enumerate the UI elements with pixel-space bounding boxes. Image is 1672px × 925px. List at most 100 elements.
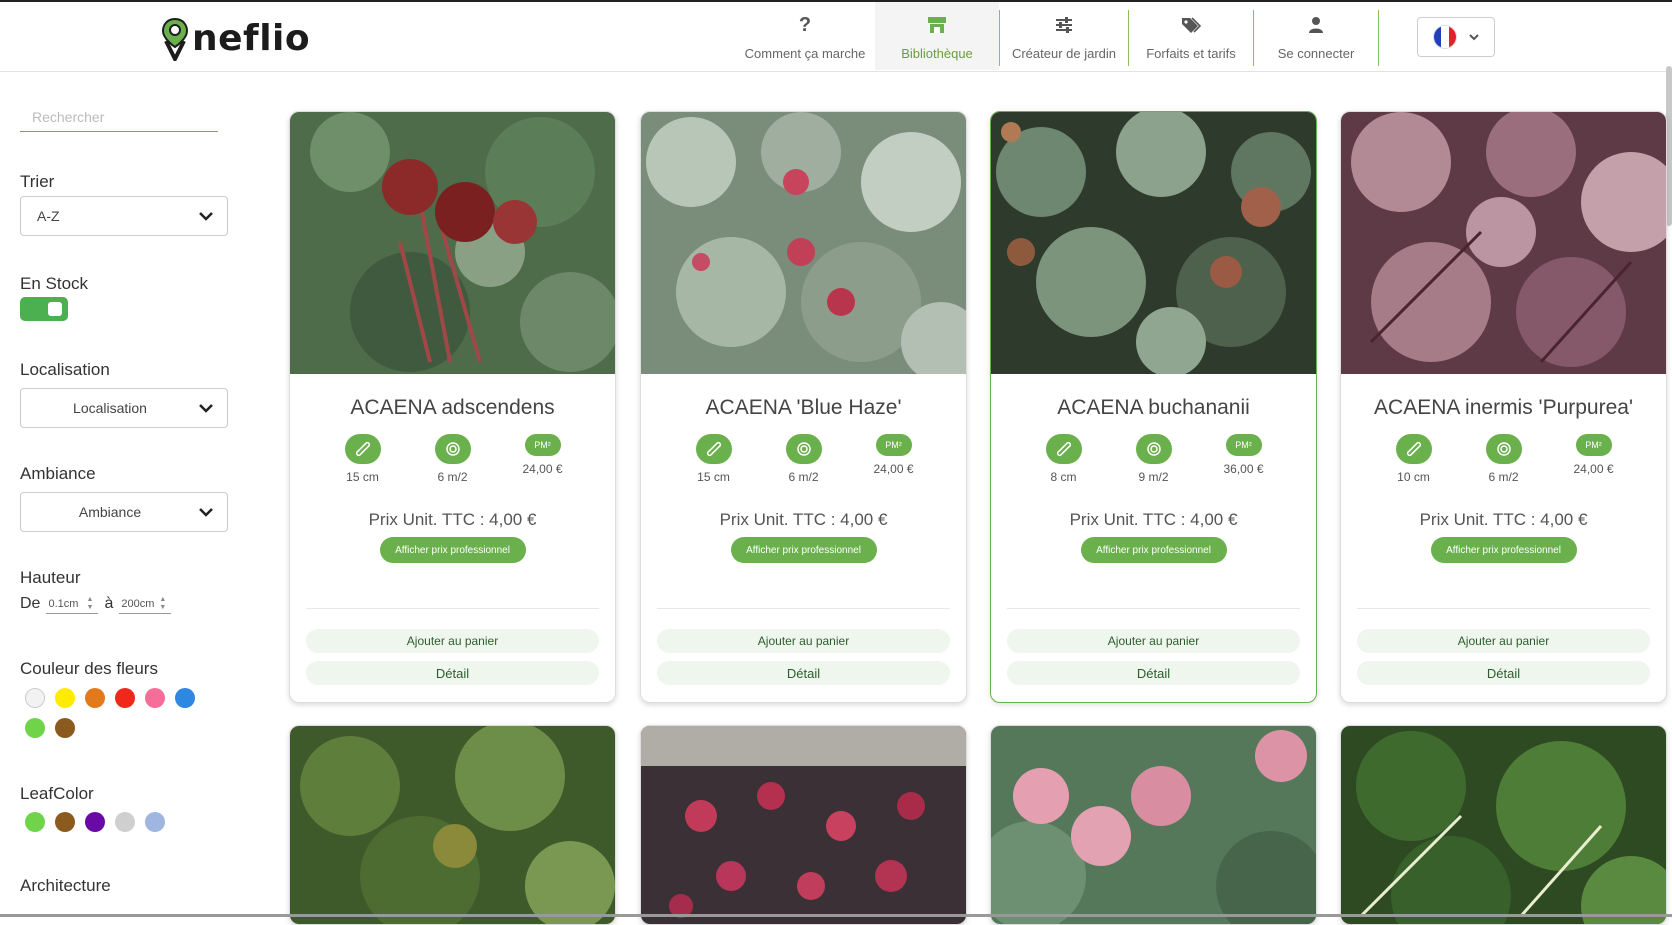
product-card[interactable]: ACAENA adscendens 15 cm 6 m/2 PM² 24,00 … — [289, 111, 616, 703]
nav-label: Créateur de jardin — [1011, 46, 1117, 61]
density-value: 9 m/2 — [1138, 470, 1169, 484]
product-card[interactable]: ACAENA buchananii 8 cm 9 m/2 PM² 36,00 €… — [990, 111, 1317, 703]
height-value: 15 cm — [697, 470, 730, 484]
filter-sidebar: Trier A-Z En Stock Localisation Localisa… — [0, 72, 260, 919]
nav-label: Se connecter — [1277, 46, 1355, 61]
spinner-icon[interactable]: ▲ ▼ — [159, 596, 171, 612]
nav-pricing[interactable]: Forfaits et tarifs — [1129, 2, 1253, 70]
height-stat: 15 cm — [341, 434, 385, 484]
pm-price: 24,00 € — [873, 462, 914, 476]
nav-garden-creator[interactable]: Créateur de jardin — [1000, 2, 1128, 70]
leaf-color-label: LeafColor — [20, 784, 94, 803]
nav-library[interactable]: Bibliothèque — [875, 2, 999, 70]
plant-photo[interactable] — [641, 726, 966, 924]
density-stat: 9 m/2 — [1132, 434, 1176, 484]
detail-button[interactable]: Détail — [657, 661, 950, 685]
chevron-down-icon — [1469, 33, 1479, 41]
leaf-color-swatch[interactable] — [85, 812, 105, 832]
flower-color-swatch[interactable] — [25, 718, 45, 738]
height-max-input[interactable]: 200cm ▲ ▼ — [119, 594, 172, 614]
density-stat: 6 m/2 — [1482, 434, 1526, 484]
horizontal-scrollbar[interactable] — [0, 914, 1672, 917]
ambiance-select[interactable]: Ambiance — [20, 492, 228, 532]
flower-color-swatch[interactable] — [115, 688, 135, 708]
card-divider — [1357, 608, 1650, 609]
ruler-icon — [1045, 434, 1082, 464]
spinner-icon[interactable]: ▲ ▼ — [86, 596, 98, 612]
add-to-cart-button[interactable]: Ajouter au panier — [306, 629, 599, 653]
product-title: ACAENA inermis 'Purpurea' — [1374, 396, 1633, 419]
detail-button[interactable]: Détail — [306, 661, 599, 685]
location-select[interactable]: Localisation — [20, 388, 228, 428]
ruler-icon — [344, 434, 381, 464]
show-pro-price-button[interactable]: Afficher prix professionnel — [730, 537, 877, 563]
user-icon — [1308, 14, 1324, 36]
sort-select[interactable]: A-Z — [20, 196, 228, 236]
add-to-cart-button[interactable]: Ajouter au panier — [1007, 629, 1300, 653]
flower-color-swatch[interactable] — [145, 688, 165, 708]
leaf-color-swatch[interactable] — [145, 812, 165, 832]
site-logo[interactable]: neflio — [160, 16, 310, 64]
plant-photo[interactable] — [1341, 726, 1666, 924]
nav-divider — [1378, 10, 1379, 66]
language-selector[interactable] — [1417, 17, 1495, 57]
height-min-value: 0.1cm — [48, 597, 79, 610]
question-icon: ? — [798, 13, 812, 36]
nav-login[interactable]: Se connecter — [1254, 2, 1378, 70]
shop-icon — [927, 14, 947, 36]
detail-button[interactable]: Détail — [1007, 661, 1300, 685]
unit-price: Prix Unit. TTC : 4,00 € — [1419, 510, 1588, 529]
plant-photo[interactable] — [991, 112, 1316, 377]
nav-how-it-works[interactable]: ? Comment ça marche — [735, 2, 875, 70]
search-input[interactable] — [20, 102, 218, 132]
flower-color-swatch[interactable] — [25, 688, 45, 708]
flower-color-swatch[interactable] — [55, 718, 75, 738]
product-card[interactable] — [990, 725, 1317, 925]
plant-photo[interactable] — [641, 112, 966, 382]
product-card[interactable]: ACAENA inermis 'Purpurea' 10 cm 6 m/2 PM… — [1340, 111, 1667, 703]
plant-photo[interactable] — [290, 112, 615, 374]
leaf-color-swatch[interactable] — [115, 812, 135, 832]
product-title: ACAENA adscendens — [350, 396, 555, 419]
flower-color-swatch[interactable] — [55, 688, 75, 708]
pm-price: 36,00 € — [1223, 462, 1264, 476]
stock-label: En Stock — [20, 274, 89, 293]
chevron-down-icon — [199, 403, 213, 413]
add-to-cart-button[interactable]: Ajouter au panier — [657, 629, 950, 653]
plant-photo[interactable] — [290, 726, 615, 924]
unit-price: Prix Unit. TTC : 4,00 € — [1069, 510, 1238, 529]
toggle-knob — [48, 302, 62, 316]
pm-stat: PM² 24,00 € — [1572, 434, 1616, 484]
tags-icon — [1181, 14, 1201, 36]
density-icon — [1135, 434, 1172, 464]
chevron-down-icon — [199, 211, 213, 221]
ruler-icon — [1395, 434, 1432, 464]
leaf-color-swatch[interactable] — [55, 812, 75, 832]
plant-photo[interactable] — [991, 726, 1316, 924]
plant-photo[interactable] — [1341, 112, 1666, 374]
stock-toggle[interactable] — [20, 297, 68, 321]
flower-color-swatch[interactable] — [85, 688, 105, 708]
ruler-icon — [695, 434, 732, 464]
product-stats: 8 cm 9 m/2 PM² 36,00 € — [991, 434, 1316, 484]
height-min-input[interactable]: 0.1cm ▲ ▼ — [46, 594, 99, 614]
product-card[interactable] — [640, 725, 967, 925]
height-value: 10 cm — [1397, 470, 1430, 484]
density-value: 6 m/2 — [788, 470, 819, 484]
density-value: 6 m/2 — [1488, 470, 1519, 484]
density-value: 6 m/2 — [437, 470, 468, 484]
add-to-cart-button[interactable]: Ajouter au panier — [1357, 629, 1650, 653]
nav-label: Forfaits et tarifs — [1146, 46, 1236, 61]
product-card[interactable] — [289, 725, 616, 925]
to-label: à — [104, 595, 114, 612]
show-pro-price-button[interactable]: Afficher prix professionnel — [1430, 537, 1577, 563]
product-card[interactable]: ACAENA 'Blue Haze' 15 cm 6 m/2 PM² 24,00… — [640, 111, 967, 703]
show-pro-price-button[interactable]: Afficher prix professionnel — [1080, 537, 1227, 563]
show-pro-price-button[interactable]: Afficher prix professionnel — [379, 537, 526, 563]
product-card[interactable] — [1340, 725, 1667, 925]
map-pin-icon — [160, 17, 190, 64]
leaf-color-swatch[interactable] — [25, 812, 45, 832]
flower-color-swatch[interactable] — [175, 688, 195, 708]
unit-price: Prix Unit. TTC : 4,00 € — [719, 510, 888, 529]
detail-button[interactable]: Détail — [1357, 661, 1650, 685]
